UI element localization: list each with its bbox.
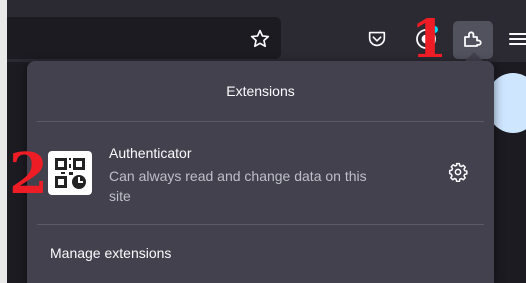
extension-name: Authenticator [109, 145, 192, 161]
divider [37, 224, 484, 225]
qr-code-icon [48, 151, 92, 195]
annotation-step-2: 2 [9, 141, 48, 207]
pocket-icon[interactable] [364, 26, 390, 52]
annotation-step-1: 1 [411, 9, 448, 70]
hamburger-menu-icon[interactable] [508, 26, 526, 52]
extension-permission-text: Can always read and change data on this … [109, 168, 367, 204]
manage-extensions-link[interactable]: Manage extensions [50, 245, 171, 261]
divider [37, 121, 484, 122]
star-icon[interactable] [247, 26, 273, 52]
gear-icon[interactable] [447, 161, 469, 183]
panel-title: Extensions [226, 83, 295, 99]
extension-item[interactable]: Authenticator Can always read and change… [37, 133, 484, 215]
extensions-panel: Extensions Authenticator Can always read… [27, 61, 494, 283]
url-bar[interactable] [7, 17, 281, 59]
puzzle-icon [461, 26, 485, 55]
window-edge [0, 0, 7, 283]
